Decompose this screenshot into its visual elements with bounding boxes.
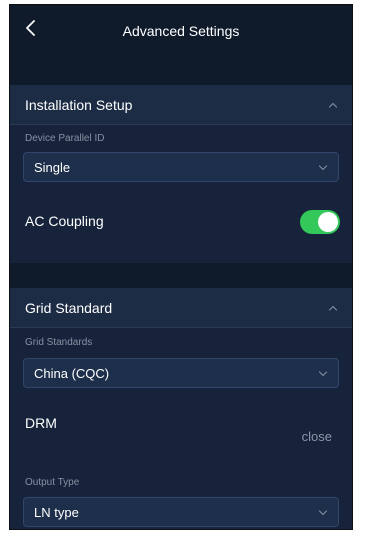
chevron-down-icon [318,370,328,378]
grid-standards-value: China (CQC) [34,366,110,381]
section-title: Grid Standard [25,300,113,316]
toggle-knob [318,212,338,232]
output-type-label: Output Type [25,477,80,488]
device-parallel-id-label: Device Parallel ID [25,133,105,144]
section-header-installation-setup[interactable]: Installation Setup [10,85,352,125]
nav-bar: Advanced Settings [10,5,352,85]
drm-value[interactable]: close [302,429,332,444]
output-type-value: LN type [34,505,79,520]
grid-standards-label: Grid Standards [25,337,93,348]
ac-coupling-label: AC Coupling [25,213,104,229]
phone-screen: Advanced Settings Installation Setup Dev… [9,4,353,530]
section-title: Installation Setup [25,97,133,113]
chevron-up-icon[interactable] [328,304,338,312]
chevron-down-icon [318,164,328,172]
device-parallel-id-select[interactable]: Single [23,152,339,182]
grid-standards-select[interactable]: China (CQC) [23,358,339,388]
drm-label: DRM [25,415,57,431]
device-parallel-id-value: Single [34,160,71,175]
ac-coupling-toggle[interactable] [300,210,340,234]
chevron-up-icon[interactable] [328,101,338,109]
page-title: Advanced Settings [122,23,240,39]
chevron-down-icon [318,509,328,517]
output-type-select[interactable]: LN type [23,497,339,527]
section-header-grid-standard[interactable]: Grid Standard [10,288,352,328]
